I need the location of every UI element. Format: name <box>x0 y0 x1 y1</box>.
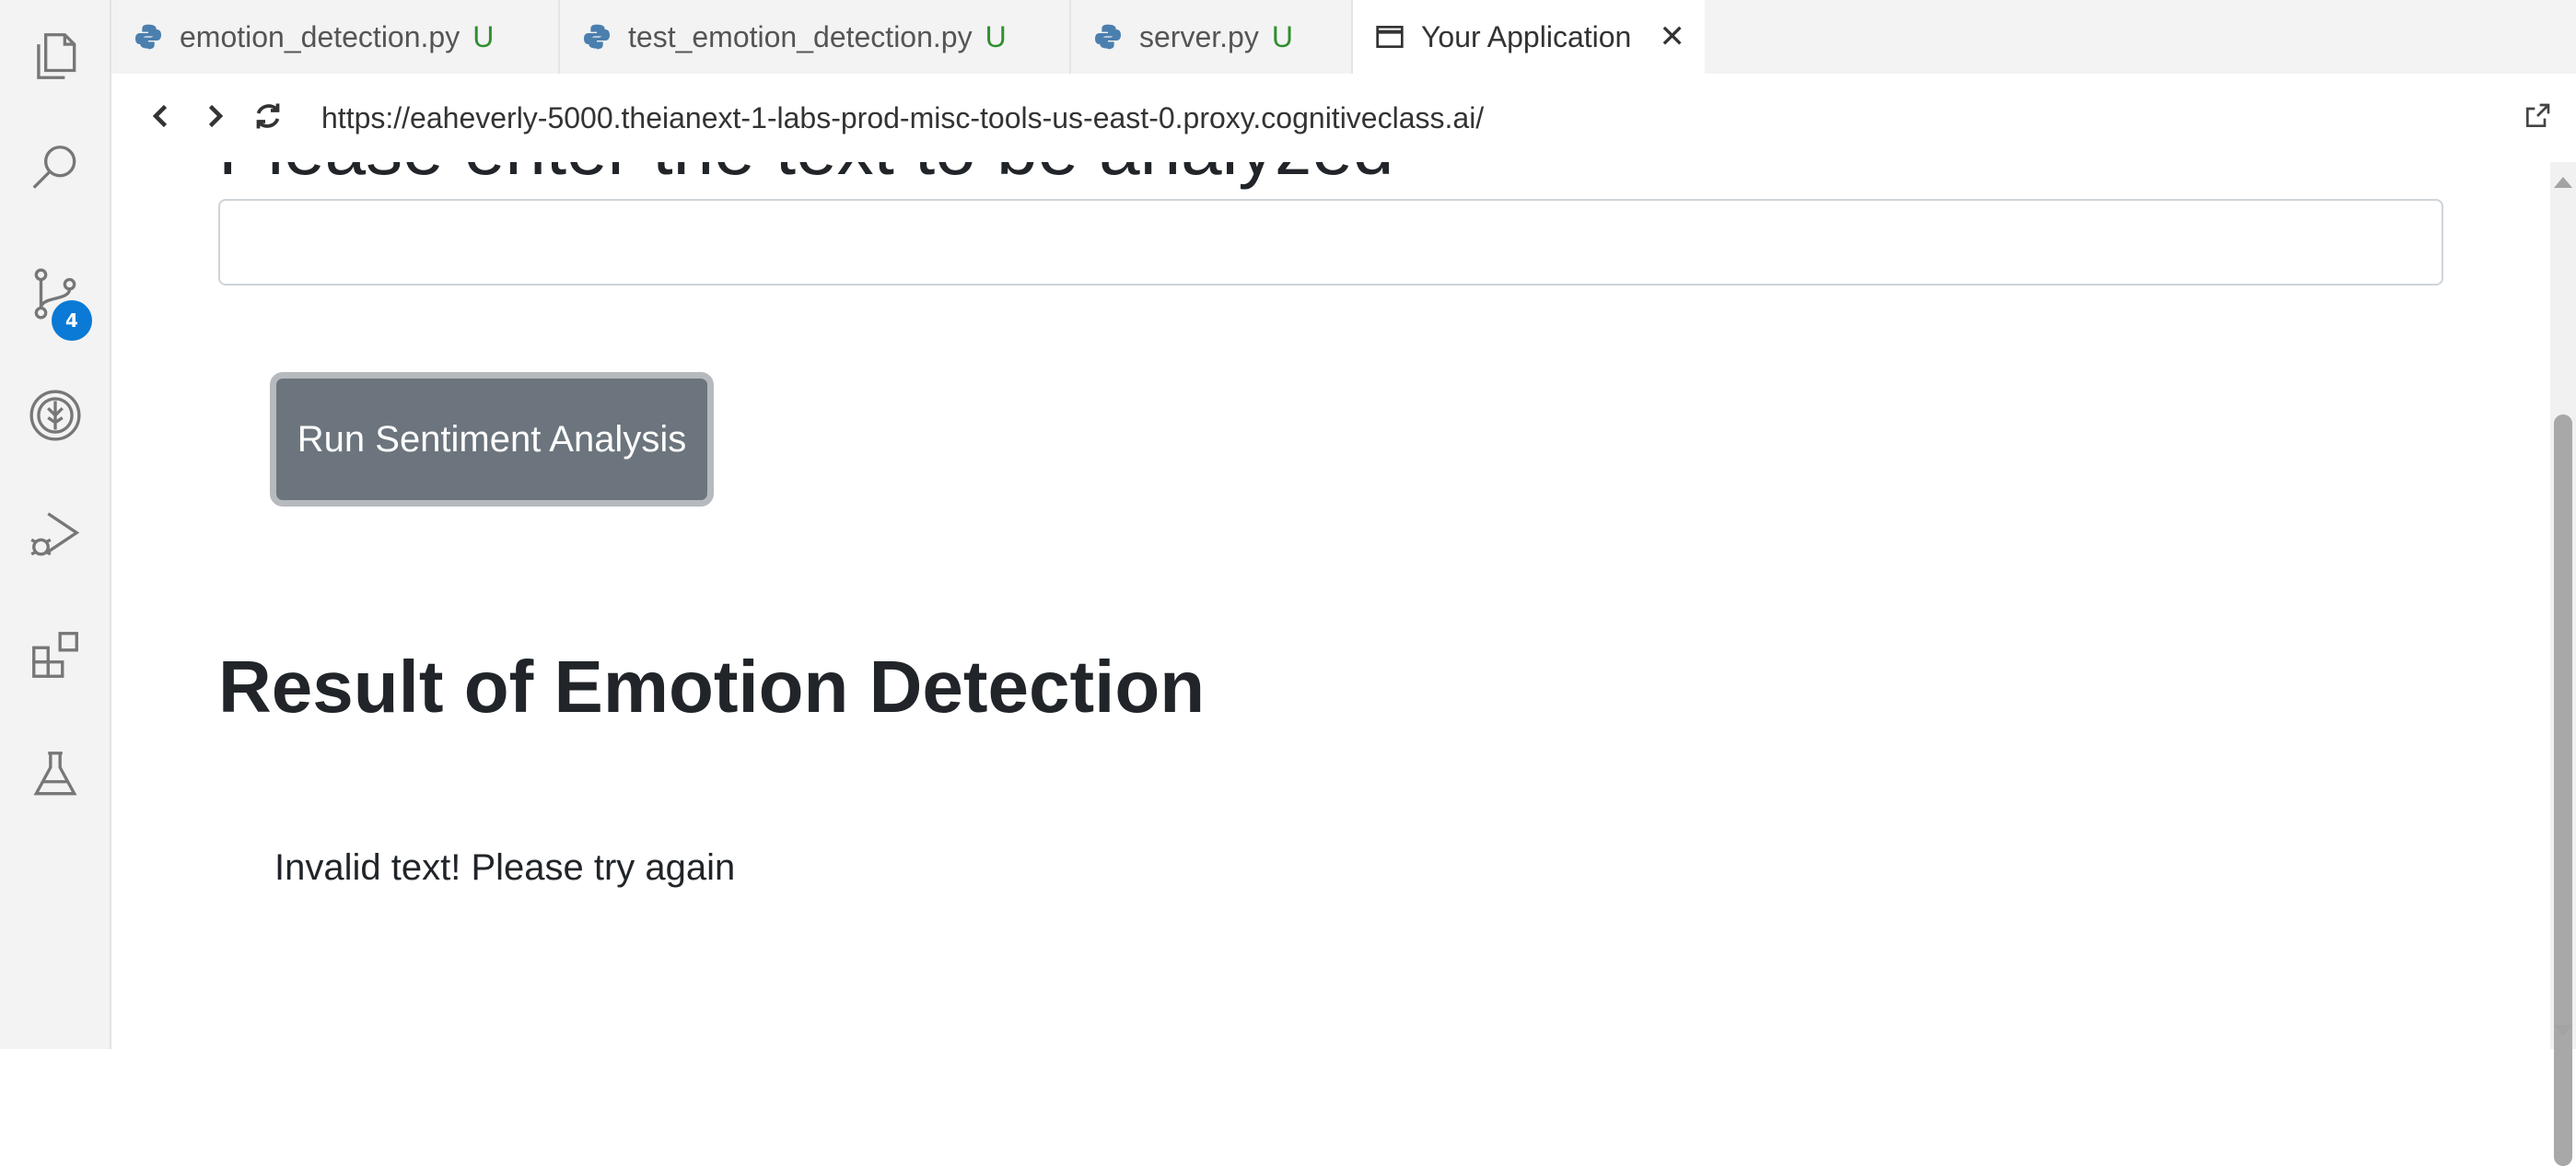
tab-server[interactable]: server.py U <box>1071 0 1353 74</box>
source-control-badge: 4 <box>52 300 92 341</box>
open-external-icon[interactable] <box>2523 101 2552 131</box>
activity-bar: 4 <box>0 0 111 1049</box>
browser-nav-bar: https://eaheverly-5000.theianext-1-labs-… <box>111 74 2576 162</box>
search-icon[interactable] <box>25 138 86 199</box>
python-icon <box>135 24 161 50</box>
close-icon[interactable]: ✕ <box>1659 18 1685 55</box>
tab-test-emotion-detection[interactable]: test_emotion_detection.py U <box>560 0 1071 74</box>
text-to-analyze-input[interactable] <box>218 199 2443 286</box>
skills-network-icon[interactable] <box>25 385 86 446</box>
tab-emotion-detection[interactable]: emotion_detection.py U <box>111 0 560 74</box>
reload-icon[interactable] <box>251 99 285 133</box>
result-text: Invalid text! Please try again <box>274 847 736 888</box>
run-debug-icon[interactable] <box>25 505 86 566</box>
url-bar[interactable]: https://eaheverly-5000.theianext-1-labs-… <box>321 101 1484 135</box>
tab-label: server.py <box>1139 19 1259 53</box>
editor-tab-bar: emotion_detection.py U test_emotion_dete… <box>111 0 2576 74</box>
forward-icon[interactable] <box>198 99 231 133</box>
web-page: Please enter the text to be analyzed Run… <box>111 74 2550 1049</box>
tab-label: test_emotion_detection.py <box>628 19 973 53</box>
python-icon <box>584 24 610 50</box>
scroll-thumb[interactable] <box>2554 414 2572 1166</box>
tab-label: Your Application <box>1421 19 1632 53</box>
tab-label: emotion_detection.py <box>180 19 460 53</box>
run-sentiment-analysis-button[interactable]: Run Sentiment Analysis <box>270 372 714 507</box>
tab-your-application[interactable]: Your Application ✕ <box>1353 0 1705 74</box>
untracked-status: U <box>985 19 1007 53</box>
untracked-status: U <box>472 19 495 53</box>
result-heading: Result of Emotion Detection <box>218 646 1206 728</box>
back-icon[interactable] <box>145 99 178 133</box>
explorer-icon[interactable] <box>25 26 86 87</box>
testing-icon[interactable] <box>25 744 86 805</box>
vertical-scrollbar[interactable] <box>2550 162 2576 1166</box>
python-icon <box>1095 24 1121 50</box>
untracked-status: U <box>1271 19 1293 53</box>
scroll-down-arrow[interactable] <box>2554 1025 2572 1036</box>
browser-window-icon <box>1376 26 1404 48</box>
extensions-icon[interactable] <box>25 624 86 685</box>
scroll-up-arrow[interactable] <box>2554 177 2572 188</box>
